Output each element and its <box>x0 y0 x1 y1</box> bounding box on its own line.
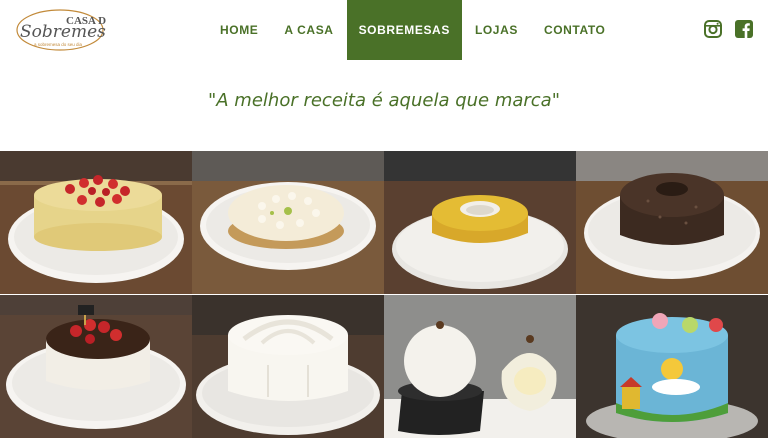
brand-logo[interactable]: CASA DA Sobremesa a sobremesa do seu dia <box>14 4 116 54</box>
gallery-item-lime-meringue-pie[interactable] <box>192 151 384 294</box>
gallery-item-coconut-bonbon[interactable] <box>384 295 576 438</box>
hero-tagline: "A melhor receita é aquela que marca" <box>207 90 560 111</box>
nav-a-casa[interactable]: A CASA <box>271 0 346 60</box>
gallery-item-strawberry-chocolate-cheesecake[interactable] <box>0 295 192 438</box>
gallery-item-chocolate-sprinkle-ring-cake[interactable] <box>576 151 768 294</box>
nav-lojas[interactable]: LOJAS <box>462 0 531 60</box>
nav-sobremesas[interactable]: SOBREMESAS <box>346 0 462 60</box>
instagram-icon[interactable] <box>704 20 722 38</box>
svg-text:a sobremesa do seu dia: a sobremesa do seu dia <box>34 42 83 47</box>
gallery-item-passion-fruit-pudding[interactable] <box>384 151 576 294</box>
nav-contato[interactable]: CONTATO <box>531 0 619 60</box>
gallery-item-peppa-pig-fondant-cake[interactable] <box>576 295 768 438</box>
gallery-item-white-cream-cake[interactable] <box>192 295 384 438</box>
dessert-gallery <box>0 151 768 438</box>
nav-home[interactable]: HOME <box>207 0 271 60</box>
facebook-icon[interactable] <box>735 20 753 38</box>
site-header: CASA DA Sobremesa a sobremesa do seu dia… <box>0 0 768 60</box>
main-nav: HOME A CASA SOBREMESAS LOJAS CONTATO <box>207 0 618 60</box>
svg-text:Sobremesa: Sobremesa <box>20 22 106 42</box>
gallery-item-strawberry-coconut-cake[interactable] <box>0 151 192 294</box>
